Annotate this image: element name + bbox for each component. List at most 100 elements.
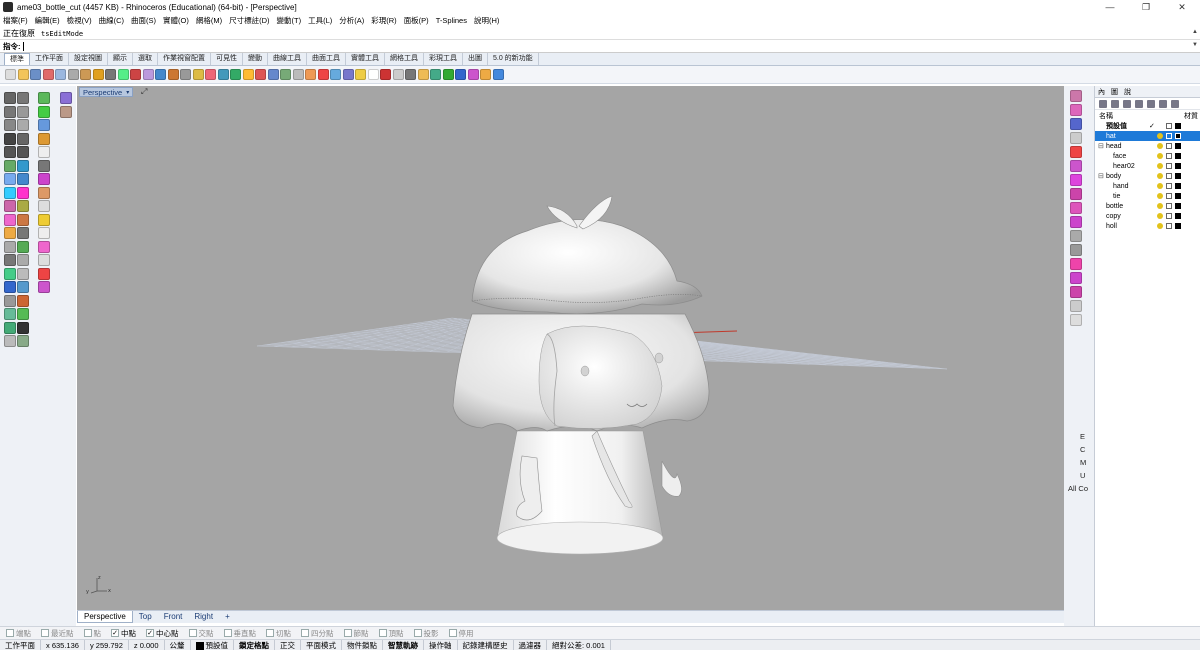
osnap-toggle[interactable]: 四分點: [301, 628, 334, 639]
visibility-bulb-icon[interactable]: [1157, 193, 1163, 199]
toolbar-tool-icon[interactable]: [380, 69, 391, 80]
palette-tool-icon[interactable]: [4, 254, 16, 266]
osnap-toggle[interactable]: 停用: [448, 628, 474, 639]
palette-tool-icon[interactable]: [17, 132, 29, 145]
toolbar-tab[interactable]: 顯示: [108, 53, 133, 65]
status-toggle[interactable]: 正交: [275, 639, 302, 650]
osnap-checkbox[interactable]: [448, 629, 457, 637]
toolbar-tool-icon[interactable]: [255, 69, 266, 80]
layer-row-body[interactable]: ⊟ body: [1095, 171, 1200, 181]
lock-icon[interactable]: [1166, 173, 1172, 179]
palette-tool-icon[interactable]: [4, 227, 16, 239]
palette-tool-icon[interactable]: [17, 321, 29, 334]
lock-icon[interactable]: [1166, 193, 1172, 199]
right-palette-tool-icon[interactable]: [1070, 216, 1082, 228]
palette-tool-icon[interactable]: [17, 254, 29, 266]
palette-tool-icon[interactable]: [38, 200, 50, 212]
toolbar-tab[interactable]: 5.0 的新功能: [488, 53, 539, 65]
right-palette-tool-icon[interactable]: [1070, 202, 1082, 214]
visibility-bulb-icon[interactable]: [1157, 163, 1163, 169]
right-palette-tool-icon[interactable]: [1070, 230, 1082, 242]
osnap-checkbox[interactable]: [146, 629, 154, 637]
status-toggle[interactable]: 平面模式: [301, 639, 343, 650]
menu-item[interactable]: 工具(L): [308, 15, 332, 26]
palette-tool-icon[interactable]: [17, 92, 29, 104]
lock-icon[interactable]: [1166, 123, 1172, 129]
status-cplane[interactable]: 工作平面: [0, 639, 41, 650]
toolbar-tab[interactable]: 實體工具: [346, 53, 385, 65]
palette-tool-icon[interactable]: [17, 146, 29, 158]
viewport-menu-chevron-icon[interactable]: ▾: [126, 89, 129, 96]
toolbar-tab[interactable]: 設定視圖: [69, 53, 108, 65]
palette-tool-icon[interactable]: [4, 159, 16, 172]
toolbar-tool-icon[interactable]: [280, 69, 291, 80]
right-palette-tool-icon[interactable]: [1070, 272, 1082, 284]
menu-item[interactable]: 編輯(E): [35, 15, 60, 26]
right-palette-tool-icon[interactable]: [1070, 104, 1082, 116]
right-palette-tool-icon[interactable]: [1070, 146, 1082, 158]
palette-tool-icon[interactable]: [17, 213, 29, 226]
visibility-bulb-icon[interactable]: [1157, 143, 1163, 149]
layer-row-預設值[interactable]: 預設值 ✓: [1095, 121, 1200, 131]
menu-item[interactable]: T-Splines: [436, 16, 467, 25]
palette-tool-icon[interactable]: [17, 308, 29, 320]
palette-tool-icon[interactable]: [38, 132, 50, 145]
osnap-checkbox[interactable]: [413, 629, 422, 637]
toolbar-tool-icon[interactable]: [342, 69, 354, 80]
right-palette-label[interactable]: M: [1080, 458, 1086, 467]
layer-color-swatch[interactable]: [1175, 143, 1181, 149]
new-layer-icon[interactable]: [1099, 99, 1107, 108]
right-palette-label[interactable]: C: [1080, 445, 1085, 454]
toolbar-tool-icon[interactable]: [492, 69, 504, 80]
panel-tab[interactable]: 說: [1124, 87, 1131, 97]
toolbar-tool-icon[interactable]: [192, 69, 204, 80]
close-button[interactable]: ✕: [1164, 0, 1200, 14]
visibility-bulb-icon[interactable]: [1157, 213, 1163, 219]
toolbar-tool-icon[interactable]: [217, 69, 229, 80]
right-palette-tool-icon[interactable]: [1070, 90, 1082, 102]
osnap-toggle[interactable]: 交點: [188, 628, 214, 639]
layer-color-swatch[interactable]: [1175, 133, 1181, 139]
status-toggle[interactable]: 智慧軌跡: [383, 639, 425, 650]
palette-tool-icon[interactable]: [38, 254, 50, 266]
palette-tool-icon[interactable]: [4, 335, 16, 347]
toolbar-tool-icon[interactable]: [142, 69, 154, 80]
palette-tool-icon[interactable]: [4, 119, 16, 131]
right-palette-tool-icon[interactable]: [1070, 258, 1082, 270]
palette-tool-icon[interactable]: [17, 281, 29, 293]
toolbar-tab[interactable]: 網格工具: [385, 53, 424, 65]
palette-tool-icon[interactable]: [4, 92, 16, 104]
toolbar-tab[interactable]: 彩現工具: [424, 53, 463, 65]
layer-row-tie[interactable]: tie: [1095, 191, 1200, 201]
toolbar-tab[interactable]: 可見性: [211, 53, 243, 65]
palette-tool-icon[interactable]: [60, 92, 72, 104]
toolbar-tool-icon[interactable]: [42, 69, 54, 80]
lock-icon[interactable]: [1166, 183, 1172, 189]
palette-tool-icon[interactable]: [4, 308, 16, 320]
toolbar-tool-icon[interactable]: [367, 69, 379, 80]
viewport-canvas[interactable]: [77, 86, 1064, 610]
lock-icon[interactable]: [1166, 223, 1172, 229]
visibility-bulb-icon[interactable]: [1157, 133, 1163, 139]
toolbar-tool-icon[interactable]: [155, 69, 166, 80]
add-viewport-tab-button[interactable]: +: [219, 611, 236, 623]
palette-tool-icon[interactable]: [17, 240, 29, 253]
menu-item[interactable]: 檔案(F): [3, 15, 28, 26]
toolbar-tab[interactable]: 曲面工具: [307, 53, 346, 65]
toolbar-tool-icon[interactable]: [430, 69, 441, 80]
toolbar-tool-icon[interactable]: [30, 69, 41, 80]
right-palette-label[interactable]: U: [1080, 471, 1085, 480]
layer-color-swatch[interactable]: [1175, 213, 1181, 219]
palette-tool-icon[interactable]: [4, 321, 16, 334]
toolbar-tool-icon[interactable]: [392, 69, 404, 80]
viewport-tab[interactable]: Front: [158, 611, 189, 623]
character-model[interactable]: [452, 195, 710, 555]
toolbar-tool-icon[interactable]: [355, 69, 366, 80]
toolbar-tab[interactable]: 出圖: [463, 53, 488, 65]
toolbar-tab[interactable]: 工作平面: [30, 53, 69, 65]
lock-icon[interactable]: [1166, 213, 1172, 219]
toolbar-tool-icon[interactable]: [292, 69, 304, 80]
palette-tool-icon[interactable]: [60, 105, 72, 118]
right-palette-tool-icon[interactable]: [1070, 244, 1082, 256]
panel-tab[interactable]: 內: [1098, 87, 1105, 97]
